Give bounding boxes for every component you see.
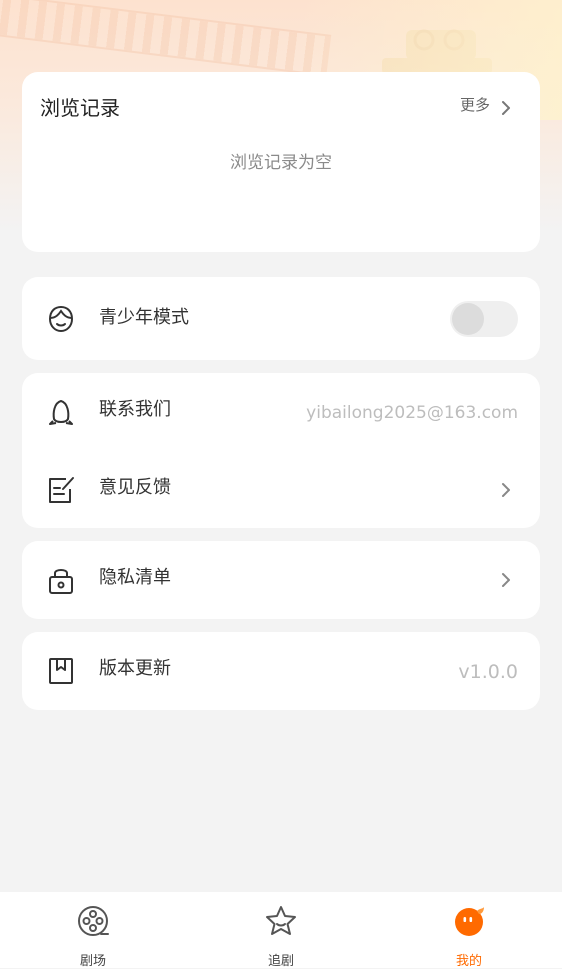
chevron-right-icon xyxy=(502,573,510,587)
history-card: 浏览记录 更多 浏览记录为空 xyxy=(22,72,540,252)
privacy-card: 隐私清单 xyxy=(22,541,540,619)
tab-following[interactable]: 追剧 xyxy=(221,892,341,969)
tab-mine[interactable]: 我的 xyxy=(409,892,529,969)
privacy-label: 隐私清单 xyxy=(99,567,171,588)
film-reel-icon xyxy=(78,906,109,936)
bottom-tab-bar: 剧场 追剧 我的 xyxy=(0,892,562,969)
toggle-knob xyxy=(452,303,484,335)
youth-mode-row[interactable]: 青少年模式 xyxy=(22,289,540,349)
camera-decoration xyxy=(382,29,492,74)
contact-row[interactable]: 联系我们 yibailong2025@163.com xyxy=(22,383,540,443)
youth-mode-label: 青少年模式 xyxy=(99,307,189,328)
feedback-label: 意见反馈 xyxy=(99,477,171,498)
youth-mode-card: 青少年模式 xyxy=(22,277,540,360)
star-icon xyxy=(266,906,296,935)
profile-face-icon xyxy=(455,907,484,936)
contact-label: 联系我们 xyxy=(99,399,171,420)
contact-email: yibailong2025@163.com xyxy=(306,403,518,423)
lock-icon xyxy=(49,569,73,594)
history-title: 浏览记录 xyxy=(40,96,120,120)
tab-label: 追剧 xyxy=(267,954,294,969)
tab-label: 剧场 xyxy=(79,954,106,969)
version-card: 版本更新 v1.0.0 xyxy=(22,632,540,710)
youth-mode-toggle[interactable] xyxy=(450,301,518,337)
version-row[interactable]: 版本更新 v1.0.0 xyxy=(22,642,540,702)
chevron-right-icon[interactable] xyxy=(498,100,514,116)
tab-theater[interactable]: 剧场 xyxy=(33,892,153,969)
tab-label: 我的 xyxy=(455,954,482,969)
privacy-row[interactable]: 隐私清单 xyxy=(22,551,540,611)
version-number: v1.0.0 xyxy=(458,661,518,683)
chevron-right-icon xyxy=(502,483,510,497)
qq-penguin-icon xyxy=(49,399,73,425)
film-strip-decoration xyxy=(0,0,332,77)
history-empty-text: 浏览记录为空 xyxy=(230,153,332,173)
child-face-icon xyxy=(48,305,74,333)
more-link[interactable]: 更多 xyxy=(460,94,490,115)
book-icon xyxy=(49,658,73,684)
edit-note-icon xyxy=(49,477,74,503)
support-card: 联系我们 yibailong2025@163.com 意见反馈 xyxy=(22,373,540,528)
version-label: 版本更新 xyxy=(99,658,171,679)
feedback-row[interactable]: 意见反馈 xyxy=(22,461,540,521)
